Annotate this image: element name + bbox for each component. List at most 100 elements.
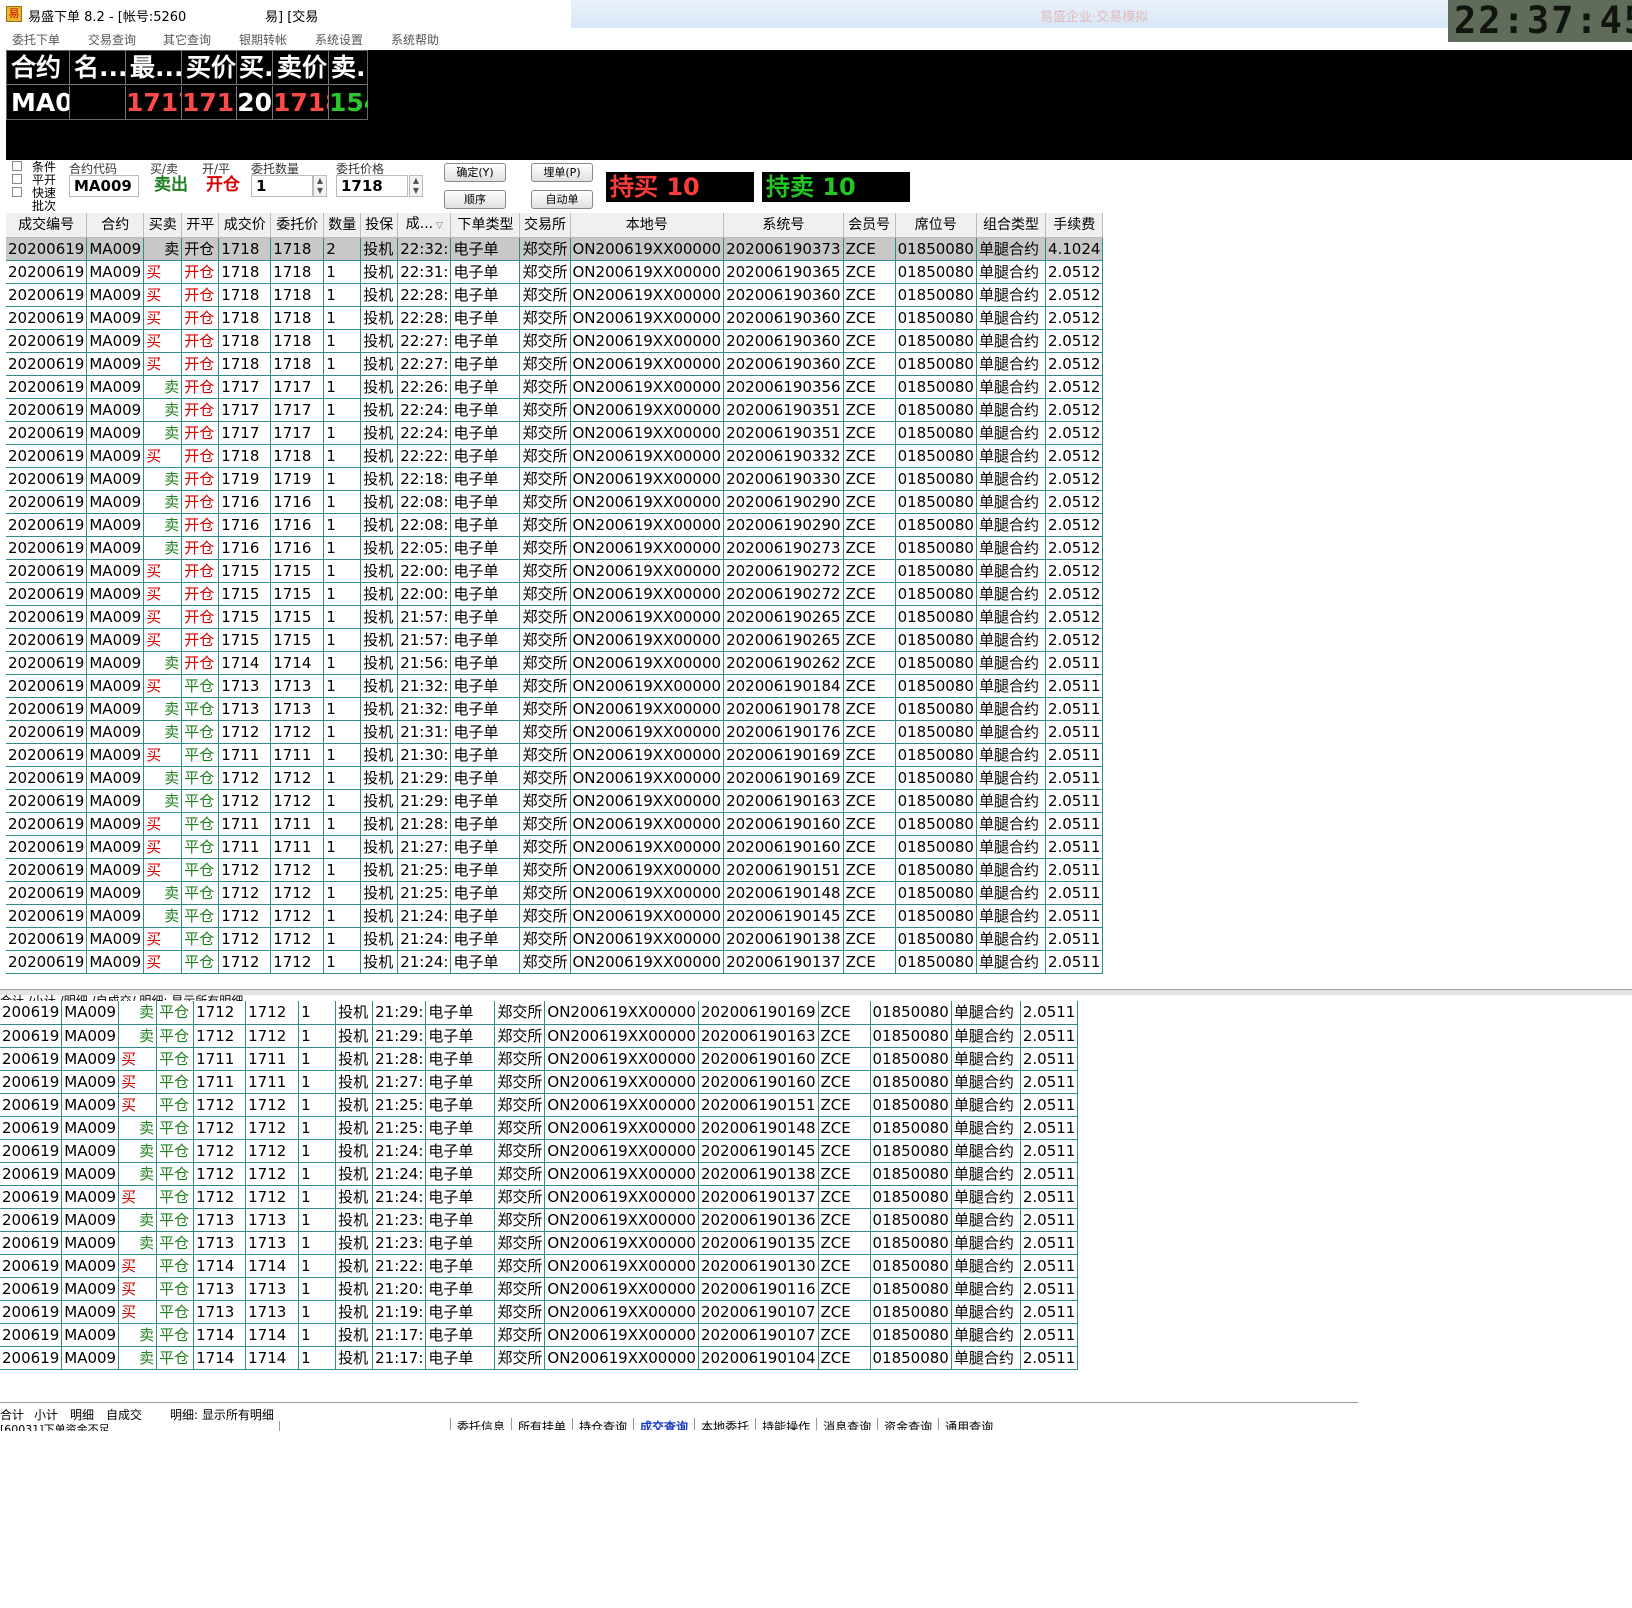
column-header-combo-type[interactable]: 组合类型	[976, 213, 1046, 238]
table-row[interactable]: 200619 MA009 卖平仓 1713 1713 1 投机 21:23: 电子单 郑交所 ON2…	[0, 1231, 1079, 1255]
quote-header-contract[interactable]: 合约	[7, 51, 70, 85]
column-header-seat-id[interactable]: 席位号	[895, 213, 977, 238]
table-row[interactable]: 20200619 MA009 卖平仓 1712 1712 1 投机 21:29: 电子单 郑交所 O…	[6, 789, 1104, 813]
table-row[interactable]: 20200619 MA009 卖开仓 1717 1717 1 投机 22:26: 电子单 郑交所 O…	[6, 375, 1104, 399]
table-row[interactable]: 20200619 MA009 卖开仓 1716 1716 1 投机 22:05: 电子单 郑交所 O…	[6, 536, 1104, 560]
checkbox-batch[interactable]: 批次	[12, 199, 56, 213]
table-row[interactable]: 20200619 MA009 买平仓 1712 1712 1 投机 21:24: 电子单 郑交所 O…	[6, 927, 1104, 951]
nav-tab-7[interactable]: 资金查询	[877, 1418, 938, 1430]
nav-tab-0[interactable]: 委托信息	[450, 1418, 511, 1430]
quote-header-ask-vol[interactable]: 卖...	[329, 51, 368, 85]
checkbox-box[interactable]	[12, 187, 22, 197]
table-row[interactable]: 20200619 MA009 买开仓 1715 1715 1 投机 22:00: 电子单 郑交所 O…	[6, 582, 1104, 606]
table-row[interactable]: 20200619 MA009 买开仓 1715 1715 1 投机 21:57: 电子单 郑交所 O…	[6, 628, 1104, 652]
nav-tab-1[interactable]: 所有挂单	[511, 1418, 572, 1430]
column-header-local-id[interactable]: 本地号	[570, 213, 725, 238]
quote-header-bid[interactable]: 买价	[182, 51, 237, 85]
table-row[interactable]: 200619 MA009 买平仓 1712 1712 1 投机 21:24: 电子单 郑交所 ON2…	[0, 1185, 1079, 1209]
column-header-side[interactable]: 买卖	[143, 213, 183, 238]
table-row[interactable]: 20200619 MA009 卖平仓 1712 1712 1 投机 21:29: 电子单 郑交所 O…	[6, 766, 1104, 790]
nav-tab-4[interactable]: 本地委托	[694, 1418, 755, 1430]
menu-settings[interactable]: 系统设置	[315, 31, 363, 48]
auto-order-button[interactable]: 自动单	[531, 190, 593, 209]
quote-header-last[interactable]: 最...	[126, 51, 182, 85]
quote-table[interactable]: 合约 名... 最... 买价 买... 卖价 卖... MA0 1717 17…	[6, 50, 368, 120]
menu-help[interactable]: 系统帮助	[391, 31, 439, 48]
price-input[interactable]: 1718	[336, 175, 408, 197]
table-row[interactable]: 20200619 MA009 卖开仓 1716 1716 1 投机 22:08: 电子单 郑交所 O…	[6, 513, 1104, 537]
summary-tabs-upper[interactable]: 合计 /小计 /明细 /自成交/ 明细: 显示所有明细	[0, 993, 1632, 1001]
table-row[interactable]: 200619 MA009 买平仓 1711 1711 1 投机 21:27: 电子单 郑交所 ON2…	[0, 1070, 1079, 1094]
table-row[interactable]: 200619 MA009 买平仓 1712 1712 1 投机 21:25: 电子单 郑交所 ON2…	[0, 1093, 1079, 1117]
table-row[interactable]: 20200619 MA009 买开仓 1718 1718 1 投机 22:28: 电子单 郑交所 O…	[6, 283, 1104, 307]
table-row[interactable]: 200619 MA009 卖平仓 1712 1712 1 投机 21:24: 电子单 郑交所 ON2…	[0, 1139, 1079, 1163]
table-row[interactable]: 20200619 MA009 买平仓 1712 1712 1 投机 21:25: 电子单 郑交所 O…	[6, 858, 1104, 882]
nav-tab-6[interactable]: 消息查询	[816, 1418, 877, 1430]
price-stepper[interactable]: ▲ ▼	[409, 175, 423, 197]
column-header-exchange[interactable]: 交易所	[519, 213, 571, 238]
table-row[interactable]: 20200619 MA009 卖开仓 1719 1719 1 投机 22:18: 电子单 郑交所 O…	[6, 467, 1104, 491]
open-close-value[interactable]: 开仓	[202, 175, 246, 197]
table-row[interactable]: 20200619 MA009 买平仓 1713 1713 1 投机 21:32: 电子单 郑交所 O…	[6, 674, 1104, 698]
column-header-order-type[interactable]: 下单类型	[450, 213, 521, 238]
table-row[interactable]: 200619 MA009 卖平仓 1714 1714 1 投机 21:17: 电子单 郑交所 ON2…	[0, 1346, 1079, 1370]
table-row[interactable]: 200619 MA009 卖平仓 1714 1714 1 投机 21:17: 电子单 郑交所 ON2…	[0, 1323, 1079, 1347]
table-row[interactable]: 20200619 MA009 买开仓 1718 1718 1 投机 22:28: 电子单 郑交所 O…	[6, 306, 1104, 330]
contract-code-input[interactable]: MA009	[69, 175, 139, 197]
park-order-button[interactable]: 埋单(P)	[531, 163, 593, 182]
menu-trade-query[interactable]: 交易查询	[88, 31, 136, 48]
table-row[interactable]: 20200619 MA009 卖平仓 1712 1712 1 投机 21:24: 电子单 郑交所 O…	[6, 904, 1104, 928]
table-row[interactable]: 200619 MA009 卖平仓 1712 1712 1 投机 21:29: 电子单 郑交所 ON2…	[0, 1001, 1079, 1025]
column-header-order-price[interactable]: 委托价	[270, 213, 325, 238]
table-row[interactable]: 20200619 MA009 买开仓 1718 1718 1 投机 22:27: 电子单 郑交所 O…	[6, 329, 1104, 353]
table-row[interactable]: 20200619 MA009 买开仓 1718 1718 1 投机 22:22: 电子单 郑交所 O…	[6, 444, 1104, 468]
table-row[interactable]: 20200619 MA009 卖开仓 1717 1717 1 投机 22:24: 电子单 郑交所 O…	[6, 398, 1104, 422]
sequence-button[interactable]: 顺序	[444, 190, 506, 209]
table-row[interactable]: 200619 MA009 买平仓 1713 1713 1 投机 21:19: 电子单 郑交所 ON2…	[0, 1300, 1079, 1324]
trade-grid-upper[interactable]: 成交编号 合约 买卖 开平 成交价 委托价 数量 投保 成... ▽ 下单类型 交易所 本地号 系统号会…	[6, 213, 1632, 989]
table-row[interactable]: 200619 MA009 卖平仓 1712 1712 1 投机 21:25: 电子单 郑交所 ON2…	[0, 1116, 1079, 1140]
quote-header-name[interactable]: 名...	[70, 51, 126, 85]
menu-other-query[interactable]: 其它查询	[163, 31, 211, 48]
table-row[interactable]: 20200619 MA009 卖开仓 1714 1714 1 投机 21:56: 电子单 郑交所 O…	[6, 651, 1104, 675]
table-row[interactable]: 20200619 MA009 买开仓 1718 1718 1 投机 22:27: 电子单 郑交所 O…	[6, 352, 1104, 376]
quantity-stepper[interactable]: ▲ ▼	[313, 175, 327, 197]
quote-header-bid-vol[interactable]: 买...	[237, 51, 273, 85]
column-header-member-id[interactable]: 会员号	[843, 213, 896, 238]
quote-header-ask[interactable]: 卖价	[273, 51, 329, 85]
table-row[interactable]: 20200619 MA009 卖平仓 1713 1713 1 投机 21:32: 电子单 郑交所 O…	[6, 697, 1104, 721]
table-row[interactable]: 200619 MA009 卖平仓 1712 1712 1 投机 21:29: 电子单 郑交所 ON2…	[0, 1024, 1079, 1048]
table-row[interactable]: 200619 MA009 卖平仓 1712 1712 1 投机 21:24: 电子单 郑交所 ON2…	[0, 1162, 1079, 1186]
table-row[interactable]: 20200619 MA009 买开仓 1715 1715 1 投机 22:00: 电子单 郑交所 O…	[6, 559, 1104, 583]
checkbox-box[interactable]	[12, 174, 22, 184]
column-header-system-id[interactable]: 系统号	[723, 213, 844, 238]
column-header-fee[interactable]: 手续费	[1045, 213, 1104, 238]
table-row[interactable]: 20200619 MA009 卖开仓 1718 1718 2 投机 22:32: 电子单 郑交所 O…	[6, 237, 1104, 261]
table-row[interactable]: 20200619 MA009 买开仓 1718 1718 1 投机 22:31: 电子单 郑交所 O…	[6, 260, 1104, 284]
column-header-contract[interactable]: 合约	[86, 213, 145, 238]
table-row[interactable]: 20200619 MA009 卖平仓 1712 1712 1 投机 21:25: 电子单 郑交所 O…	[6, 881, 1104, 905]
column-header-open-close[interactable]: 开平	[181, 213, 220, 238]
table-row[interactable]: 20200619 MA009 买平仓 1712 1712 1 投机 21:24: 电子单 郑交所 O…	[6, 950, 1104, 974]
table-row[interactable]: 200619 MA009 卖平仓 1713 1713 1 投机 21:23: 电子单 郑交所 ON2…	[0, 1208, 1079, 1232]
menu-order-entry[interactable]: 委托下单	[12, 31, 60, 48]
nav-tab-3[interactable]: 成交查询	[633, 1418, 694, 1430]
table-row[interactable]: 200619 MA009 买平仓 1711 1711 1 投机 21:28: 电子单 郑交所 ON2…	[0, 1047, 1079, 1071]
confirm-button[interactable]: 确定(Y)	[444, 163, 506, 182]
table-row[interactable]: 20200619 MA009 买平仓 1711 1711 1 投机 21:30: 电子单 郑交所 O…	[6, 743, 1104, 767]
column-header-trade-id[interactable]: 成交编号	[6, 213, 88, 238]
table-row[interactable]: 200619 MA009 买平仓 1714 1714 1 投机 21:22: 电子单 郑交所 ON2…	[0, 1254, 1079, 1278]
trade-grid-lower[interactable]: 200619 MA009 卖平仓 1712 1712 1 投机 21:29: 电子单 郑交所 ON2…	[0, 1001, 1358, 1389]
column-header-hedge[interactable]: 投保	[360, 213, 399, 238]
table-row[interactable]: 20200619 MA009 买平仓 1711 1711 1 投机 21:28: 电子单 郑交所 O…	[6, 812, 1104, 836]
quantity-input[interactable]: 1	[251, 175, 313, 197]
buy-sell-value[interactable]: 卖出	[150, 175, 194, 197]
column-header-quantity[interactable]: 数量	[323, 213, 362, 238]
table-row[interactable]: 20200619 MA009 卖平仓 1712 1712 1 投机 21:31: 电子单 郑交所 O…	[6, 720, 1104, 744]
nav-tab-8[interactable]: 通用查询	[938, 1418, 999, 1430]
table-row[interactable]: 20200619 MA009 买开仓 1715 1715 1 投机 21:57: 电子单 郑交所 O…	[6, 605, 1104, 629]
table-row[interactable]: 20200619 MA009 买平仓 1711 1711 1 投机 21:27: 电子单 郑交所 O…	[6, 835, 1104, 859]
column-header-fill-time[interactable]: 成... ▽	[397, 213, 452, 238]
table-row[interactable]: 20200619 MA009 卖开仓 1717 1717 1 投机 22:24: 电子单 郑交所 O…	[6, 421, 1104, 445]
nav-tab-2[interactable]: 持仓查询	[572, 1418, 633, 1430]
